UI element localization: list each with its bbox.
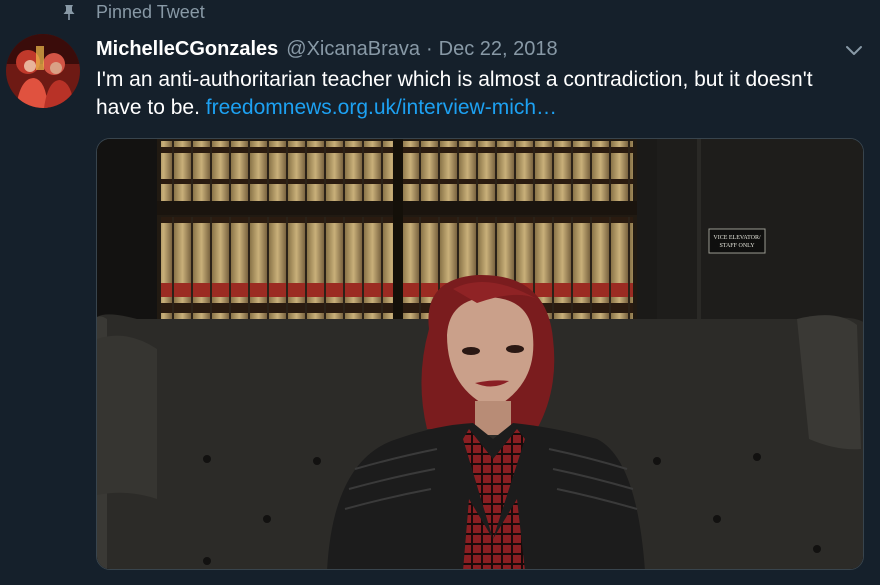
display-name[interactable]: MichelleCGonzales bbox=[96, 38, 278, 61]
tweet-text: I'm an anti-authoritarian teacher which … bbox=[96, 66, 856, 122]
sign-text-line2: STAFF ONLY bbox=[719, 243, 755, 249]
tweet-link[interactable]: freedomnews.org.uk/interview-mich… bbox=[206, 96, 557, 119]
separator-dot: · bbox=[425, 37, 433, 60]
tweet-date[interactable]: Dec 22, 2018 bbox=[439, 38, 558, 61]
pin-icon bbox=[60, 3, 78, 21]
pinned-indicator: Pinned Tweet bbox=[60, 0, 205, 24]
tweet-header: MichelleCGonzales @XicanaBrava · Dec 22,… bbox=[96, 36, 558, 62]
avatar[interactable] bbox=[6, 34, 80, 108]
user-handle[interactable]: @XicanaBrava bbox=[286, 38, 420, 61]
tweet-media-image[interactable]: VICE ELEVATOR/ STAFF ONLY bbox=[96, 138, 864, 570]
pinned-label: Pinned Tweet bbox=[96, 1, 205, 22]
chevron-down-icon[interactable] bbox=[843, 39, 865, 61]
sign-text-line1: VICE ELEVATOR/ bbox=[713, 235, 761, 241]
